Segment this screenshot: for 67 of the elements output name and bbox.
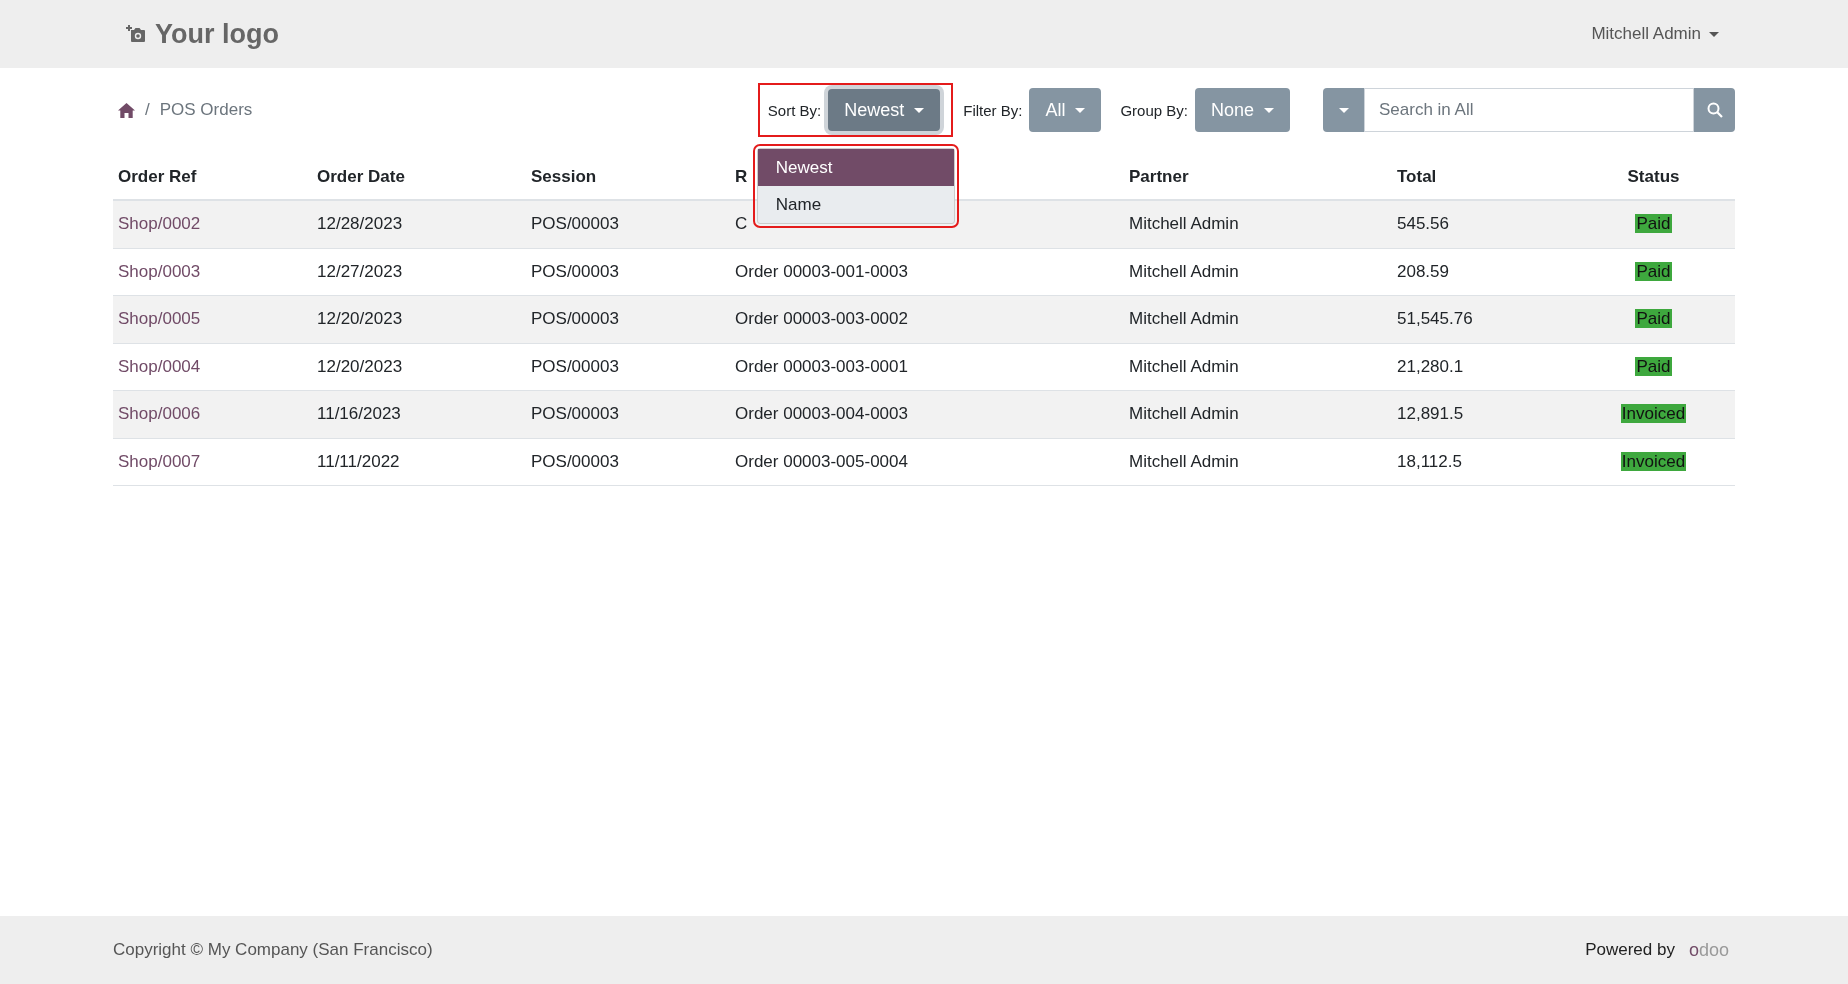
column-header: Order Ref: [118, 167, 197, 186]
table-cell: Order 00003-004-0003: [735, 404, 908, 424]
table-cell: Order 00003-003-0002: [735, 309, 908, 329]
order-link[interactable]: Shop/0003: [118, 261, 201, 281]
status-badge: Paid: [1635, 261, 1672, 281]
logo-text: Your logo: [155, 18, 279, 50]
table-cell: Mitchell Admin: [1129, 451, 1239, 471]
breadcrumb-current: POS Orders: [159, 100, 253, 120]
column-header: Total: [1397, 167, 1437, 186]
table-cell: Mitchell Admin: [1129, 214, 1239, 234]
table-cell: 51,545.76: [1397, 309, 1473, 329]
table-cell: 18,112.5: [1397, 451, 1462, 471]
camera-icon: [125, 24, 147, 44]
status-badge: Invoiced: [1620, 451, 1687, 471]
sort-label: Sort By:: [767, 101, 822, 119]
table-cell: Order 00003-005-0004: [735, 451, 908, 471]
order-link[interactable]: Shop/0006: [118, 404, 201, 424]
logo[interactable]: Your logo: [125, 18, 279, 50]
column-header: R: [735, 167, 748, 186]
table-cell: Mitchell Admin: [1129, 261, 1239, 281]
table-cell: 545.56: [1397, 214, 1449, 234]
home-icon[interactable]: [118, 102, 135, 118]
column-header: Status: [1627, 167, 1680, 186]
order-link[interactable]: Shop/0004: [118, 356, 201, 376]
table-cell: 12/28/2023: [317, 214, 403, 234]
brand-logo[interactable]: odoo: [1688, 939, 1729, 961]
table-cell: C: [735, 214, 748, 234]
menu-item[interactable]: Newest: [757, 149, 954, 186]
user-menu[interactable]: Mitchell Admin: [1585, 23, 1725, 45]
order-link[interactable]: Shop/0002: [118, 214, 201, 234]
table-cell: 12/20/2023: [317, 309, 403, 329]
search-field[interactable]: Search in All: [1364, 88, 1694, 132]
table-cell: 11/16/2023: [317, 404, 401, 424]
menu-item[interactable]: Name: [757, 186, 954, 223]
table-cell: 11/11/2022: [317, 451, 400, 471]
status-badge: Paid: [1635, 214, 1672, 234]
powered-by-text: Powered by: [1585, 940, 1675, 960]
table-cell: POS/00003: [531, 261, 619, 281]
order-link[interactable]: Shop/0005: [118, 309, 201, 329]
table-cell: Mitchell Admin: [1129, 404, 1239, 424]
table-cell: POS/00003: [531, 451, 619, 471]
table-cell: 12,891.5: [1397, 404, 1464, 424]
search-icon: [1706, 102, 1723, 118]
table-cell: POS/00003: [531, 309, 619, 329]
table-cell: 208.59: [1397, 261, 1449, 281]
search-button[interactable]: [1694, 88, 1735, 132]
column-header: Session: [531, 167, 597, 186]
table-cell: POS/00003: [531, 404, 619, 424]
order-link[interactable]: Shop/0007: [118, 451, 201, 471]
table-cell: Order 00003-001-0003: [735, 261, 908, 281]
table-cell: 12/27/2023: [317, 261, 403, 281]
column-header: Order Date: [317, 167, 405, 186]
table-cell: POS/00003: [531, 214, 619, 234]
status-badge: Invoiced: [1620, 404, 1687, 424]
status-badge: Paid: [1635, 356, 1672, 376]
filter-label: Filter By:: [963, 101, 1023, 119]
column-header: Partner: [1129, 167, 1189, 186]
table-cell: POS/00003: [531, 356, 619, 376]
table-cell: Mitchell Admin: [1129, 309, 1239, 329]
group-label: Group By:: [1120, 101, 1188, 119]
copyright-text: Copyright © My Company (San Francisco): [113, 940, 433, 960]
breadcrumb-separator: /: [145, 100, 150, 120]
table-cell: Order 00003-003-0001: [735, 356, 908, 376]
status-badge: Paid: [1635, 309, 1672, 329]
table-cell: 21,280.1: [1397, 356, 1464, 376]
table-cell: Mitchell Admin: [1129, 356, 1239, 376]
table-cell: 12/20/2023: [317, 356, 403, 376]
